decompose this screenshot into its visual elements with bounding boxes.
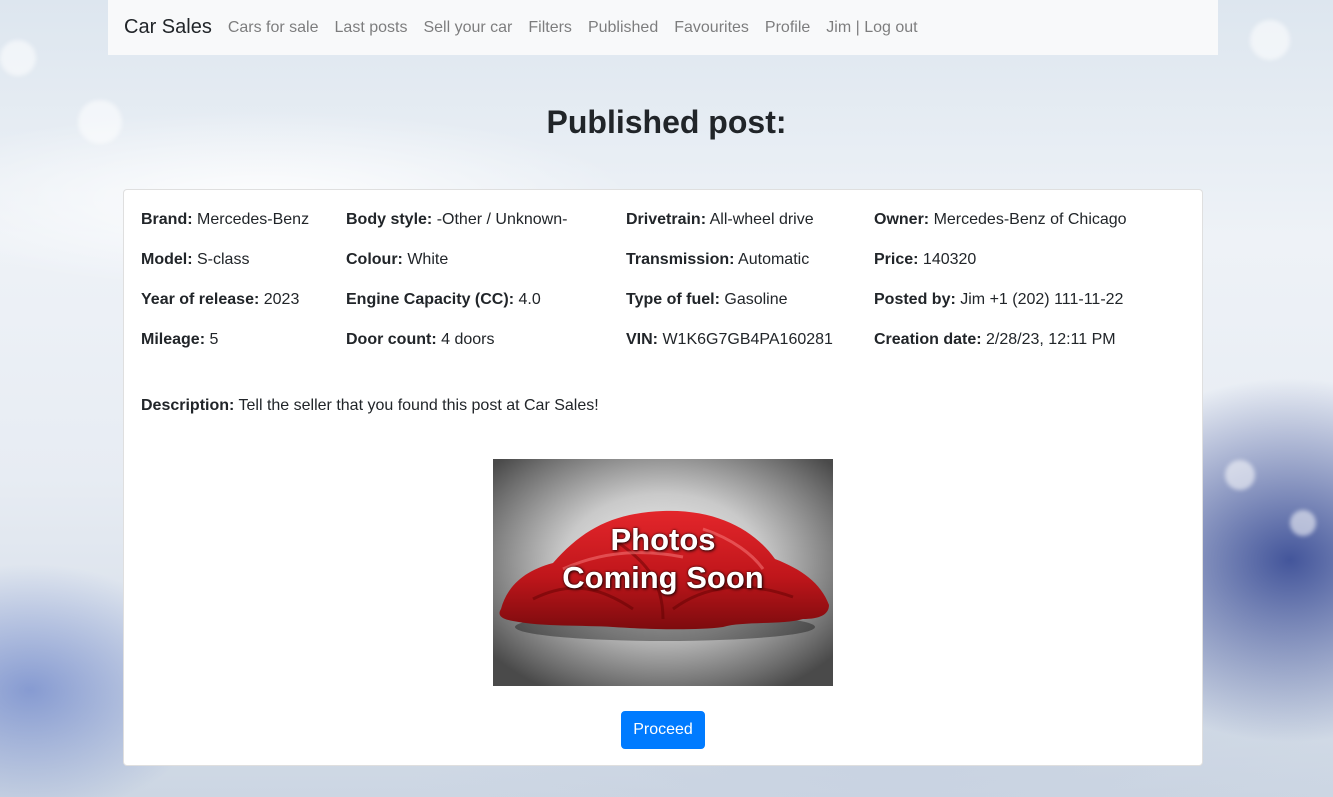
field-value: -Other / Unknown-: [436, 211, 568, 228]
field-label: Posted by:: [874, 291, 956, 308]
field-label: VIN:: [626, 331, 658, 348]
photo-caption-line-1: Photos: [610, 522, 716, 557]
field-mileage: Mileage: 5: [141, 331, 218, 349]
background-bokeh: [1225, 460, 1255, 490]
field-engine-capacity: Engine Capacity (CC): 4.0: [346, 291, 541, 309]
field-label: Description:: [141, 397, 235, 414]
field-value: Gasoline: [724, 291, 788, 308]
proceed-button[interactable]: Proceed: [621, 711, 705, 749]
field-description: Description: Tell the seller that you fo…: [141, 397, 599, 415]
nav-cars-for-sale[interactable]: Cars for sale: [220, 19, 327, 37]
field-value: White: [407, 251, 449, 268]
field-vin: VIN: W1K6G7GB4PA160281: [626, 331, 833, 349]
field-label: Transmission:: [626, 251, 735, 268]
field-value: 2/28/23, 12:11 PM: [986, 331, 1116, 348]
field-value: 2023: [263, 291, 300, 308]
nav-published[interactable]: Published: [580, 19, 666, 37]
background-bokeh: [1290, 510, 1316, 536]
field-label: Price:: [874, 251, 919, 268]
field-creation-date: Creation date: 2/28/23, 12:11 PM: [874, 331, 1116, 349]
field-label: Brand:: [141, 211, 193, 228]
background-bokeh: [0, 40, 36, 76]
nav-logout[interactable]: Jim | Log out: [818, 19, 925, 37]
field-transmission: Transmission: Automatic: [626, 251, 809, 269]
field-value: W1K6G7GB4PA160281: [662, 331, 833, 348]
top-navbar: Car Sales Cars for sale Last posts Sell …: [108, 0, 1218, 55]
field-value: 5: [209, 331, 219, 348]
field-body-style: Body style: -Other / Unknown-: [346, 211, 567, 229]
field-label: Type of fuel:: [626, 291, 720, 308]
field-label: Owner:: [874, 211, 930, 228]
field-label: Mileage:: [141, 331, 206, 348]
field-value: Mercedes-Benz: [197, 211, 310, 228]
nav-last-posts[interactable]: Last posts: [327, 19, 416, 37]
field-label: Drivetrain:: [626, 211, 707, 228]
field-value: 140320: [922, 251, 977, 268]
field-value: Tell the seller that you found this post…: [238, 397, 599, 414]
field-fuel-type: Type of fuel: Gasoline: [626, 291, 788, 309]
field-value: 4.0: [518, 291, 541, 308]
field-label: Door count:: [346, 331, 437, 348]
field-value: 4 doors: [441, 331, 495, 348]
photo-caption-line-2: Coming Soon: [562, 560, 764, 595]
field-drivetrain: Drivetrain: All-wheel drive: [626, 211, 814, 229]
field-label: Creation date:: [874, 331, 982, 348]
field-label: Engine Capacity (CC):: [346, 291, 515, 308]
brand-link[interactable]: Car Sales: [124, 16, 212, 39]
field-model: Model: S-class: [141, 251, 249, 269]
field-year: Year of release: 2023: [141, 291, 299, 309]
field-posted-by: Posted by: Jim +1 (202) 111-11-22: [874, 291, 1123, 309]
field-value: All-wheel drive: [709, 211, 814, 228]
nav-profile[interactable]: Profile: [757, 19, 818, 37]
field-owner: Owner: Mercedes-Benz of Chicago: [874, 211, 1127, 229]
field-price: Price: 140320: [874, 251, 976, 269]
page-title: Published post:: [546, 104, 787, 140]
field-value: Automatic: [738, 251, 810, 268]
field-label: Year of release:: [141, 291, 260, 308]
field-label: Body style:: [346, 211, 433, 228]
nav-favourites[interactable]: Favourites: [666, 19, 757, 37]
field-colour: Colour: White: [346, 251, 448, 269]
field-door-count: Door count: 4 doors: [346, 331, 494, 349]
car-photo-placeholder: Photos Coming Soon: [493, 459, 833, 686]
field-label: Colour:: [346, 251, 403, 268]
field-brand: Brand: Mercedes-Benz: [141, 211, 309, 229]
field-value: S-class: [197, 251, 250, 268]
field-label: Model:: [141, 251, 193, 268]
field-value: Jim +1 (202) 111-11-22: [960, 291, 1124, 308]
nav-filters[interactable]: Filters: [520, 19, 580, 37]
field-value: Mercedes-Benz of Chicago: [933, 211, 1127, 228]
post-card: Brand: Mercedes-Benz Model: S-class Year…: [123, 189, 1203, 766]
background-bokeh: [1250, 20, 1290, 60]
nav-sell-your-car[interactable]: Sell your car: [415, 19, 520, 37]
